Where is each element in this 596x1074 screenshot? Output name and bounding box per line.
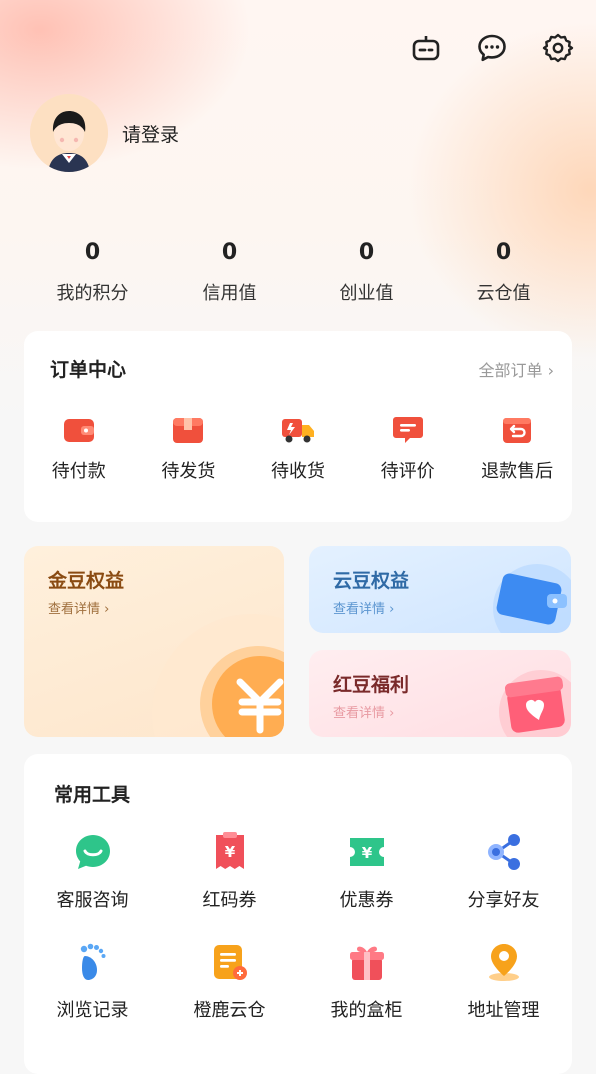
all-orders-label: 全部订单 [478,361,543,380]
coin-icon [152,614,284,737]
stat-label: 信用值 [202,283,257,304]
order-item-label: 待评价 [380,461,435,482]
order-center-title: 订单中心 [50,359,127,381]
stat-points[interactable]: 0 我的积分 [24,240,161,305]
order-pending-review[interactable]: 待评价 [353,415,463,483]
gold-bean-title: 金豆权益 [48,570,125,592]
robot-icon[interactable] [408,30,444,66]
refund-icon [462,415,572,445]
gold-bean-benefits-card[interactable]: 金豆权益 查看详情 › [24,546,284,737]
stat-value: 0 [495,240,512,265]
comment-icon [353,415,463,445]
stat-value: 0 [84,240,101,265]
tool-label: 分享好友 [467,890,540,911]
cloud-bean-benefits-card[interactable]: 云豆权益 查看详情 › [309,546,571,633]
order-refund-after-sales[interactable]: 退款售后 [462,415,572,483]
stat-credit[interactable]: 0 信用值 [161,240,298,305]
tool-share-friends[interactable]: 分享好友 [435,832,572,912]
order-item-label: 退款售后 [481,461,554,482]
stats-row: 0 我的积分 0 信用值 0 创业值 0 云仓值 [24,240,572,305]
order-pending-shipment[interactable]: 待发货 [134,415,244,483]
chevron-right-icon: › [547,361,554,380]
stat-label: 云仓值 [476,283,531,304]
stat-label: 我的积分 [56,283,129,304]
wallet-icon [24,415,134,445]
chevron-right-icon: › [104,602,110,617]
order-pending-payment[interactable]: 待付款 [24,415,134,483]
gift-box-icon [298,942,435,982]
cloud-warehouse-icon [161,942,298,982]
red-bean-title: 红豆福利 [333,674,410,696]
stat-value: 0 [221,240,238,265]
location-icon [435,942,572,982]
message-icon[interactable] [474,30,510,66]
stat-label: 创业值 [339,283,394,304]
tool-discount-coupon[interactable]: ¥ 优惠券 [298,832,435,912]
card-wallet-icon [493,564,571,633]
tool-cloud-warehouse[interactable]: 橙鹿云仓 [161,942,298,1022]
tool-red-coupon[interactable]: ¥ 红码券 [161,832,298,912]
chevron-right-icon: › [389,706,395,721]
common-tools-card: 常用工具 客服咨询 ¥ 红码券 ¥ 优惠券 分享好友 浏览记录 橙鹿云仓 我的盒… [24,754,572,1074]
tool-label: 优惠券 [339,890,394,911]
login-link[interactable]: 请登录 [122,120,179,147]
discount-coupon-icon: ¥ [298,832,435,872]
share-icon [435,832,572,872]
all-orders-link[interactable]: 全部订单 › [478,357,554,381]
order-status-row: 待付款 待发货 待收货 待评价 退款售后 [24,415,572,483]
footprint-icon [24,942,161,982]
tool-address-management[interactable]: 地址管理 [435,942,572,1022]
chevron-right-icon: › [389,602,395,617]
settings-icon[interactable] [540,30,576,66]
box-icon [134,415,244,445]
tool-label: 浏览记录 [56,1000,129,1021]
red-coupon-icon: ¥ [161,832,298,872]
tools-grid: 客服咨询 ¥ 红码券 ¥ 优惠券 分享好友 浏览记录 橙鹿云仓 我的盒柜 地址管… [24,832,572,1022]
profile-section: 请登录 [30,94,179,172]
tool-customer-service[interactable]: 客服咨询 [24,832,161,912]
truck-icon [243,415,353,445]
gold-bean-details-label: 查看详情 [48,602,101,617]
stat-startup[interactable]: 0 创业值 [298,240,435,305]
avatar[interactable] [30,94,108,172]
cloud-bean-details-link[interactable]: 查看详情 › [333,598,394,617]
common-tools-title: 常用工具 [54,784,131,806]
stat-cloud-warehouse[interactable]: 0 云仓值 [435,240,572,305]
tool-browse-history[interactable]: 浏览记录 [24,942,161,1022]
order-pending-receipt[interactable]: 待收货 [243,415,353,483]
svg-text:¥: ¥ [224,843,235,861]
cloud-bean-title: 云豆权益 [333,570,410,592]
red-bean-details-label: 查看详情 [333,706,386,721]
gold-bean-details-link[interactable]: 查看详情 › [48,598,109,617]
order-center-card: 订单中心 全部订单 › 待付款 待发货 待收货 待评价 退款售后 [24,331,572,522]
tool-label: 客服咨询 [56,890,129,911]
gift-heart-icon [499,670,571,737]
order-item-label: 待发货 [161,461,216,482]
cloud-bean-details-label: 查看详情 [333,602,386,617]
order-item-label: 待付款 [51,461,106,482]
stat-value: 0 [358,240,375,265]
order-item-label: 待收货 [270,461,325,482]
red-bean-details-link[interactable]: 查看详情 › [333,702,394,721]
svg-text:¥: ¥ [361,844,372,862]
top-toolbar [408,30,576,66]
tool-label: 橙鹿云仓 [193,1000,266,1021]
customer-service-icon [24,832,161,872]
tool-label: 地址管理 [467,1000,540,1021]
tool-label: 我的盒柜 [330,1000,403,1021]
tool-label: 红码券 [202,890,257,911]
red-bean-welfare-card[interactable]: 红豆福利 查看详情 › [309,650,571,737]
tool-my-box[interactable]: 我的盒柜 [298,942,435,1022]
